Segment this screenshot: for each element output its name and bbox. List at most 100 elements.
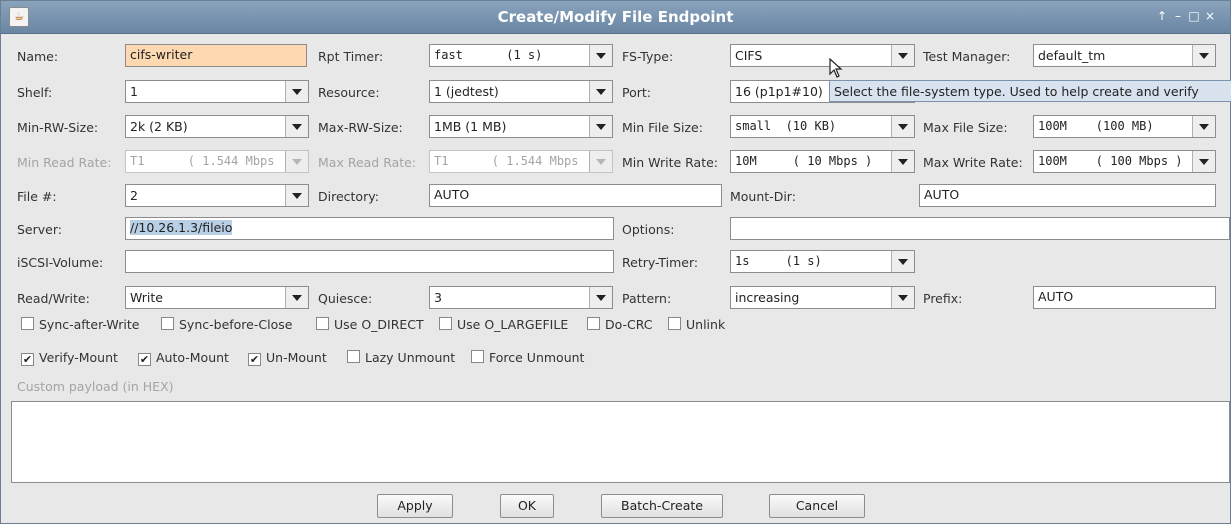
min-read-rate-value: T1 ( 1.544 Mbps ) — [130, 154, 284, 168]
un-mount-checkbox[interactable]: ✔ Un-Mount — [248, 350, 327, 366]
fs-type-tooltip: Select the file-system type. Used to hel… — [829, 80, 1231, 102]
ok-button[interactable]: OK — [500, 494, 554, 518]
checkbox-label: Use O_DIRECT — [334, 317, 424, 332]
pattern-select[interactable]: increasing — [730, 286, 915, 309]
chevron-down-icon[interactable] — [891, 287, 914, 308]
title-bar[interactable]: ☕ Create/Modify File Endpoint ↑ – □ × — [1, 1, 1230, 34]
checkbox-box[interactable] — [439, 317, 452, 330]
check-icon[interactable]: ✔ — [248, 353, 261, 366]
checkbox-label: Use O_LARGEFILE — [457, 317, 569, 332]
use-o-largefile-checkbox[interactable]: Use O_LARGEFILE — [439, 317, 568, 332]
max-file-size-value: 100M (100 MB) — [1038, 119, 1154, 133]
close-icon[interactable]: × — [1203, 9, 1217, 23]
quiesce-select[interactable]: 3 — [429, 286, 613, 309]
verify-mount-checkbox[interactable]: ✔ Verify-Mount — [21, 350, 118, 366]
force-unmount-checkbox[interactable]: Force Unmount — [471, 350, 584, 365]
options-label: Options: — [622, 222, 675, 237]
server-field[interactable]: //10.26.1.3/fileio — [125, 217, 614, 240]
name-field[interactable]: cifs-writer — [125, 44, 307, 67]
resource-value: 1 (jedtest) — [434, 84, 499, 99]
chevron-down-icon[interactable] — [1192, 116, 1215, 137]
sync-before-close-checkbox[interactable]: Sync-before-Close — [161, 317, 292, 332]
checkbox-label: Sync-before-Close — [179, 317, 293, 332]
prefix-field[interactable]: AUTO — [1033, 286, 1216, 309]
checkbox-box[interactable] — [347, 350, 360, 363]
check-icon[interactable]: ✔ — [138, 353, 151, 366]
chevron-down-icon[interactable] — [285, 287, 308, 308]
check-icon[interactable]: ✔ — [21, 353, 34, 366]
retry-timer-value: 1s (1 s) — [735, 254, 822, 268]
chevron-down-icon[interactable] — [589, 81, 612, 102]
iscsi-volume-field[interactable] — [125, 250, 614, 273]
file-num-select[interactable]: 2 — [125, 184, 309, 207]
options-field[interactable] — [730, 217, 1230, 240]
chevron-down-icon[interactable] — [1192, 151, 1215, 172]
chevron-down-icon[interactable] — [285, 185, 308, 206]
max-write-rate-select[interactable]: 100M ( 100 Mbps ) — [1033, 150, 1216, 173]
max-read-rate-value: T1 ( 1.544 Mbps ) — [434, 154, 588, 168]
chevron-down-icon[interactable] — [891, 151, 914, 172]
custom-payload-textarea[interactable] — [11, 401, 1230, 483]
read-write-value: Write — [130, 290, 164, 305]
test-manager-select[interactable]: default_tm — [1033, 44, 1216, 67]
pin-icon[interactable]: ↑ — [1155, 9, 1169, 23]
chevron-down-icon[interactable] — [891, 116, 914, 137]
sync-after-write-checkbox[interactable]: Sync-after-Write — [21, 317, 139, 332]
rpt-timer-select[interactable]: fast (1 s) — [429, 44, 613, 67]
min-write-rate-select[interactable]: 10M ( 10 Mbps ) — [730, 150, 915, 173]
port-label: Port: — [622, 85, 651, 100]
chevron-down-icon[interactable] — [891, 251, 914, 272]
max-read-rate-label: Max Read Rate: — [318, 155, 417, 170]
directory-field[interactable]: AUTO — [429, 184, 722, 207]
checkbox-box[interactable] — [316, 317, 329, 330]
shelf-label: Shelf: — [17, 85, 53, 100]
checkbox-box[interactable] — [21, 317, 34, 330]
chevron-down-icon — [285, 151, 308, 172]
mount-dir-field[interactable]: AUTO — [919, 184, 1216, 207]
resource-label: Resource: — [318, 85, 380, 100]
chevron-down-icon[interactable] — [891, 45, 914, 66]
chevron-down-icon[interactable] — [589, 116, 612, 137]
min-write-rate-label: Min Write Rate: — [622, 155, 719, 170]
chevron-down-icon[interactable] — [1192, 45, 1215, 66]
resource-select[interactable]: 1 (jedtest) — [429, 80, 613, 103]
maximize-icon[interactable]: □ — [1187, 9, 1201, 23]
cancel-button[interactable]: Cancel — [769, 494, 865, 518]
checkbox-label: Sync-after-Write — [39, 317, 140, 332]
lazy-unmount-checkbox[interactable]: Lazy Unmount — [347, 350, 455, 365]
min-rw-size-select[interactable]: 2k (2 KB) — [125, 115, 309, 138]
name-label: Name: — [17, 49, 59, 64]
dialog-window: ☕ Create/Modify File Endpoint ↑ – □ × Na… — [0, 0, 1231, 524]
chevron-down-icon[interactable] — [285, 116, 308, 137]
checkbox-label: Unlink — [686, 317, 726, 332]
checkbox-box[interactable] — [587, 317, 600, 330]
min-file-size-value: small (10 KB) — [735, 119, 837, 133]
chevron-down-icon[interactable] — [285, 81, 308, 102]
checkbox-box[interactable] — [668, 317, 681, 330]
batch-create-button[interactable]: Batch-Create — [601, 494, 723, 518]
fs-type-select[interactable]: CIFS — [730, 44, 915, 67]
do-crc-checkbox[interactable]: Do-CRC — [587, 317, 653, 332]
use-o-direct-checkbox[interactable]: Use O_DIRECT — [316, 317, 424, 332]
checkbox-box[interactable] — [161, 317, 174, 330]
checkbox-box[interactable] — [471, 350, 484, 363]
min-file-size-select[interactable]: small (10 KB) — [730, 115, 915, 138]
chevron-down-icon[interactable] — [589, 45, 612, 66]
unlink-checkbox[interactable]: Unlink — [668, 317, 725, 332]
fs-type-value: CIFS — [735, 48, 763, 63]
checkbox-label: Lazy Unmount — [365, 350, 456, 365]
quiesce-value: 3 — [434, 290, 442, 305]
minimize-icon[interactable]: – — [1171, 9, 1185, 23]
apply-button[interactable]: Apply — [377, 494, 453, 518]
test-manager-value: default_tm — [1038, 48, 1106, 63]
read-write-select[interactable]: Write — [125, 286, 309, 309]
auto-mount-checkbox[interactable]: ✔ Auto-Mount — [138, 350, 229, 366]
max-rw-size-select[interactable]: 1MB (1 MB) — [429, 115, 613, 138]
max-rw-size-value: 1MB (1 MB) — [434, 119, 507, 134]
checkbox-label: Auto-Mount — [156, 350, 229, 365]
shelf-select[interactable]: 1 — [125, 80, 309, 103]
mouse-cursor-icon — [829, 58, 843, 78]
max-file-size-select[interactable]: 100M (100 MB) — [1033, 115, 1216, 138]
chevron-down-icon[interactable] — [589, 287, 612, 308]
retry-timer-select[interactable]: 1s (1 s) — [730, 250, 915, 273]
